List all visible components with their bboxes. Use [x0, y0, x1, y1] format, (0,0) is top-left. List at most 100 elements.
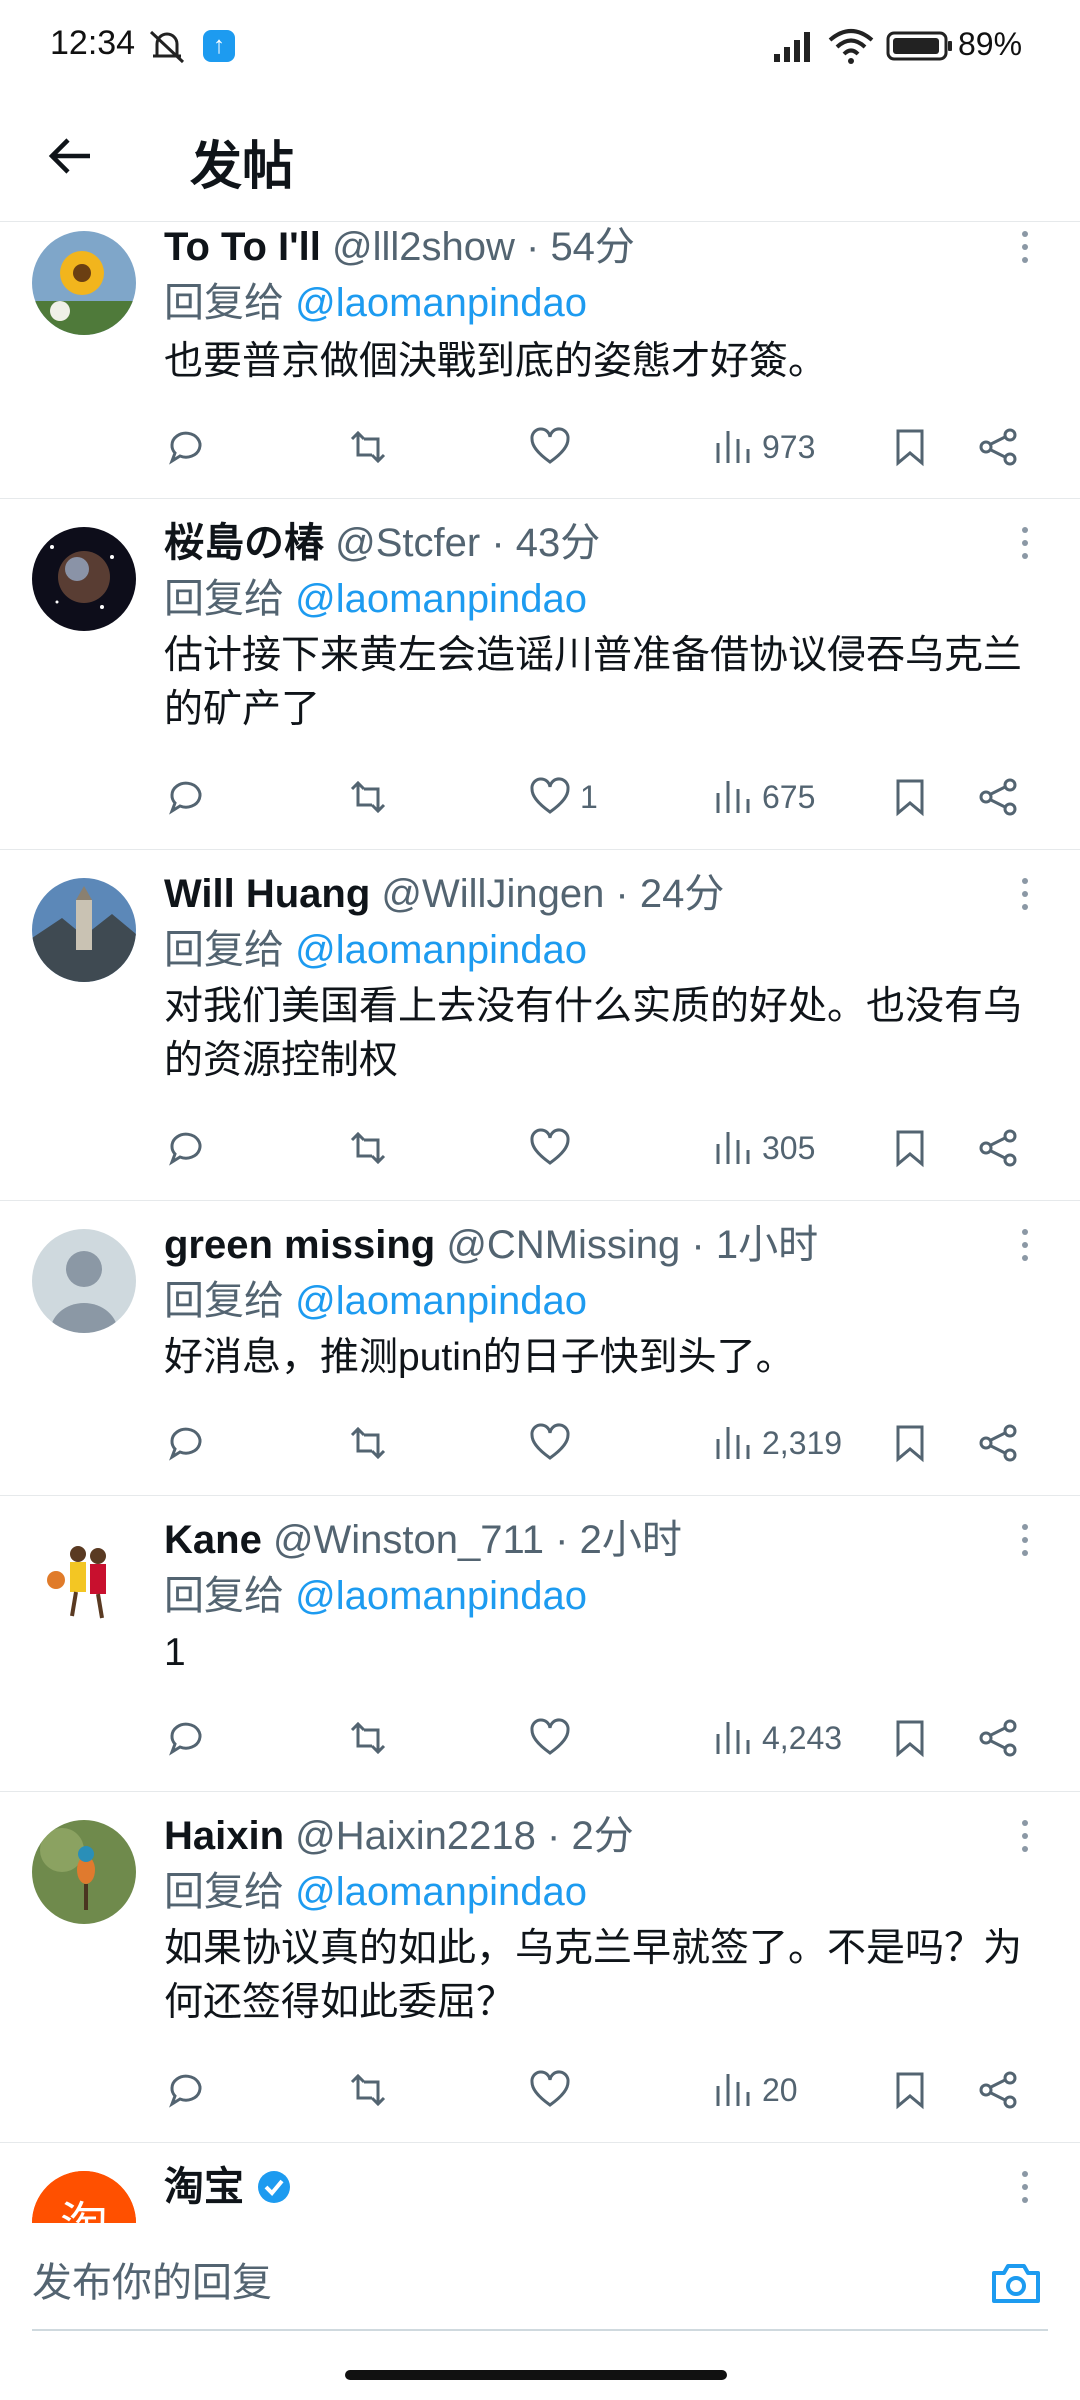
reply-text: 估计接下来黄左会造谣川普准备借协议侵吞乌克兰的矿产了 — [164, 634, 1023, 731]
reply-button[interactable] — [164, 1415, 208, 1471]
bookmark-button[interactable] — [888, 1120, 932, 1176]
avatar[interactable] — [32, 1820, 136, 1924]
page-title: 发帖 — [190, 138, 295, 196]
share-button[interactable] — [976, 1120, 1020, 1176]
display-name[interactable]: 桜島の椿 — [164, 521, 324, 565]
avatar[interactable] — [32, 527, 136, 631]
reply-item[interactable]: Kane @Winston_711 · 2小时 回复给 @laomanpinda… — [0, 1496, 1080, 1792]
more-icon[interactable] — [1010, 1516, 1040, 1564]
like-button[interactable] — [528, 1120, 580, 1176]
reply-text: 好消息，推测putin的日子快到头了。 — [164, 1336, 795, 1379]
battery-icon — [886, 31, 952, 61]
retweet-icon — [350, 2073, 386, 2107]
more-icon[interactable] — [1010, 2163, 1040, 2211]
display-name[interactable]: 淘宝 — [164, 2165, 244, 2209]
mention-link[interactable]: @laomanpindao — [295, 928, 587, 972]
share-button[interactable] — [976, 1710, 1020, 1766]
reply-item[interactable]: Haixin @Haixin2218 · 2分 回复给 @laomanpinda… — [0, 1792, 1080, 2143]
retweet-icon — [350, 1131, 386, 1165]
home-indicator[interactable] — [345, 2370, 727, 2380]
reply-item[interactable]: 淘 淘宝 — [0, 2143, 1080, 2223]
reply-button[interactable] — [164, 2062, 208, 2118]
reply-button[interactable] — [164, 419, 208, 475]
avatar[interactable] — [32, 1229, 136, 1333]
share-icon — [979, 1129, 1017, 1167]
like-icon — [530, 1128, 570, 1165]
display-name[interactable]: green missing — [164, 1223, 435, 1267]
muted-bell-icon — [149, 30, 185, 64]
retweet-icon — [350, 780, 386, 814]
reply-icon — [169, 431, 202, 465]
views-button[interactable]: 2,319 — [710, 1415, 842, 1471]
views-icon — [716, 1427, 750, 1459]
avatar[interactable]: 淘 — [32, 2171, 136, 2223]
action-bar: 305 — [164, 1120, 1050, 1176]
views-button[interactable]: 305 — [710, 1120, 815, 1176]
reply-icon — [169, 1722, 202, 1756]
share-button[interactable] — [976, 2062, 1020, 2118]
like-button[interactable] — [528, 1710, 580, 1766]
retweet-button[interactable] — [346, 769, 390, 825]
avatar[interactable] — [32, 878, 136, 982]
more-icon[interactable] — [1010, 1812, 1040, 1860]
reply-item[interactable]: 桜島の椿 @Stcfer · 43分 回复给 @laomanpindao 估计接… — [0, 499, 1080, 850]
display-name[interactable]: To To I'll — [164, 225, 321, 269]
handle-time: @Stcfer · 43分 — [335, 521, 601, 565]
like-button[interactable] — [528, 1415, 580, 1471]
retweet-button[interactable] — [346, 1120, 390, 1176]
bookmark-button[interactable] — [888, 2062, 932, 2118]
reply-button[interactable] — [164, 769, 208, 825]
share-icon — [979, 2071, 1017, 2109]
more-icon[interactable] — [1010, 223, 1040, 271]
avatar[interactable] — [32, 231, 136, 335]
bookmark-icon — [896, 429, 924, 467]
share-button[interactable] — [976, 1415, 1020, 1471]
retweet-button[interactable] — [346, 419, 390, 475]
bookmark-button[interactable] — [888, 769, 932, 825]
views-button[interactable]: 4,243 — [710, 1710, 842, 1766]
retweet-button[interactable] — [346, 1710, 390, 1766]
handle-time: @Winston_711 · 2小时 — [272, 1518, 682, 1562]
mention-link[interactable]: @laomanpindao — [295, 1574, 587, 1618]
display-name[interactable]: Kane — [164, 1518, 262, 1562]
mention-link[interactable]: @laomanpindao — [295, 281, 587, 325]
reply-text: 1 — [164, 1631, 186, 1674]
mention-link[interactable]: @laomanpindao — [295, 1870, 587, 1914]
more-icon[interactable] — [1010, 519, 1040, 567]
reply-list[interactable]: To To I'll @lll2show · 54分 回复给 @laomanpi… — [0, 223, 1080, 2223]
avatar[interactable] — [32, 1524, 136, 1628]
bookmark-button[interactable] — [888, 1415, 932, 1471]
reply-item[interactable]: green missing @CNMissing · 1小时 回复给 @laom… — [0, 1201, 1080, 1496]
reply-item[interactable]: Will Huang @WillJingen · 24分 回复给 @laoman… — [0, 850, 1080, 1201]
views-button[interactable]: 973 — [710, 419, 815, 475]
camera-icon[interactable] — [988, 2255, 1044, 2311]
views-button[interactable]: 20 — [710, 2062, 798, 2118]
back-arrow-icon — [48, 138, 90, 174]
mention-link[interactable]: @laomanpindao — [295, 577, 587, 621]
reply-input[interactable] — [32, 2237, 1048, 2331]
share-button[interactable] — [976, 419, 1020, 475]
share-button[interactable] — [976, 769, 1020, 825]
more-icon[interactable] — [1010, 870, 1040, 918]
display-name[interactable]: Haixin — [164, 1814, 284, 1858]
like-button[interactable]: 1 — [528, 769, 598, 825]
like-button[interactable] — [528, 419, 580, 475]
reply-button[interactable] — [164, 1710, 208, 1766]
like-count: 1 — [580, 778, 598, 815]
display-name[interactable]: Will Huang — [164, 872, 370, 916]
retweet-button[interactable] — [346, 1415, 390, 1471]
bookmark-button[interactable] — [888, 1710, 932, 1766]
bookmark-icon — [896, 779, 924, 817]
views-count: 4,243 — [762, 1719, 843, 1756]
retweet-button[interactable] — [346, 2062, 390, 2118]
back-button[interactable] — [40, 126, 100, 186]
mention-link[interactable]: @laomanpindao — [295, 1279, 587, 1323]
more-icon[interactable] — [1010, 1221, 1040, 1269]
views-count: 973 — [762, 428, 816, 465]
bookmark-button[interactable] — [888, 419, 932, 475]
views-button[interactable]: 675 — [710, 769, 815, 825]
reply-item[interactable]: To To I'll @lll2show · 54分 回复给 @laomanpi… — [0, 223, 1080, 499]
bookmark-icon — [896, 2072, 924, 2110]
reply-button[interactable] — [164, 1120, 208, 1176]
like-button[interactable] — [528, 2062, 580, 2118]
